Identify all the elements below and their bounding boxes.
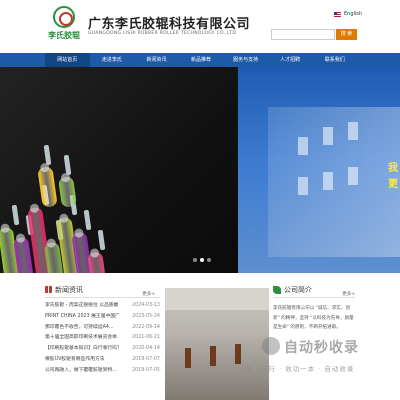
book-icon bbox=[45, 286, 52, 293]
watermark-logo-icon bbox=[262, 337, 280, 355]
photo-door bbox=[210, 346, 216, 366]
news-section: 新闻资讯 更多+ 李氏胶辊 - 周案这接接住 以品质赢... 2024-03-13… bbox=[45, 282, 160, 400]
factory-photo bbox=[165, 288, 269, 400]
news-item[interactable]: 那印覆色不收告，可持续运A4... 2022-09-14 bbox=[45, 323, 160, 334]
news-item[interactable]: 橡胶UV胶辊有哪些作用方法 2019-07-07 bbox=[45, 355, 160, 366]
photo-roof bbox=[165, 288, 269, 310]
us-flag-icon bbox=[334, 11, 341, 17]
company-logo[interactable]: 李氏胶辊 bbox=[48, 6, 80, 46]
nav-item[interactable]: 网站首页 bbox=[45, 53, 90, 67]
company-name-en: GUANGDONG LISHI RUBBER ROLLER TECHNOLOGY… bbox=[88, 31, 237, 36]
watermark-subtitle: 数上排行 · 收功一本 · 自动收录 bbox=[246, 365, 355, 373]
roller-image bbox=[87, 251, 116, 273]
banner-slide-rollers bbox=[0, 67, 238, 273]
news-item[interactable]: PRINT CHINA 2023 展王届中国广... 2023-05-24 bbox=[45, 312, 160, 323]
news-item-title[interactable]: 公司再融入，做下覆覆胶辊到特... bbox=[45, 366, 119, 377]
banner-text-1: 我 bbox=[388, 163, 398, 174]
language-label: English bbox=[344, 11, 363, 17]
slider-dot[interactable] bbox=[207, 258, 211, 262]
news-item-date: 2019-07-05 bbox=[132, 367, 160, 373]
news-item[interactable]: 【印刷胶辊基本知识】白行事行吗? 2020-04-14 bbox=[45, 344, 160, 355]
roller-shaft bbox=[11, 204, 20, 226]
slider-dot[interactable] bbox=[200, 258, 204, 262]
news-item-date: 2022-09-14 bbox=[132, 324, 160, 330]
news-item-date: 2019-07-07 bbox=[132, 356, 160, 362]
window bbox=[348, 122, 358, 140]
news-item[interactable]: 第十届全国高职印刷技术展览会举... 2021-06-21 bbox=[45, 333, 160, 344]
search-button[interactable]: 搜 索 bbox=[336, 29, 357, 40]
news-item-title[interactable]: PRINT CHINA 2023 展王届中国广... bbox=[45, 312, 119, 323]
leaf-icon bbox=[273, 285, 281, 294]
about-title[interactable]: 公司简介 bbox=[284, 285, 312, 295]
news-item-date: 2020-04-14 bbox=[132, 346, 160, 352]
nav-item[interactable]: 新品推荐 bbox=[179, 53, 224, 67]
news-item-date: 2024-03-13 bbox=[132, 303, 160, 308]
hero-banner[interactable]: 我 更 bbox=[0, 67, 400, 273]
news-more-link[interactable]: 更多+ bbox=[142, 291, 155, 297]
about-text: 李氏胶辊有限公司以 "诚信、求实、创新" 的精神，坚持 "以科技为先导，质量是生… bbox=[273, 306, 354, 330]
window bbox=[323, 127, 333, 145]
slider-dot[interactable] bbox=[193, 258, 197, 262]
roller-shaft bbox=[97, 229, 106, 251]
nav-item[interactable]: 走进李氏 bbox=[90, 53, 135, 67]
roller-image bbox=[57, 176, 78, 208]
news-item[interactable]: 李氏胶辊 - 周案这接接住 以品质赢... 2024-03-13 bbox=[45, 301, 160, 312]
logo-mark-icon bbox=[53, 6, 75, 28]
window bbox=[298, 177, 308, 195]
nav-item[interactable]: 新闻资讯 bbox=[134, 53, 179, 67]
building-wall bbox=[268, 107, 400, 257]
search-input[interactable] bbox=[271, 29, 335, 40]
news-item-date: 2023-05-24 bbox=[132, 313, 160, 319]
news-title[interactable]: 新闻资讯 bbox=[55, 285, 83, 295]
news-item-title[interactable]: 【印刷胶辊基本知识】白行事行吗? bbox=[45, 344, 119, 355]
roller-image bbox=[37, 166, 58, 208]
watermark: 自动秒收录 数上排行 · 收功一本 · 自动收录 bbox=[246, 337, 382, 377]
company-name-cn: 广东李氏胶辊科技有限公司 bbox=[88, 17, 251, 32]
photo-door bbox=[235, 344, 241, 364]
nav-item[interactable]: 人才招聘 bbox=[268, 53, 313, 67]
logo-text: 李氏胶辊 bbox=[48, 31, 80, 40]
roller-shaft bbox=[83, 209, 92, 231]
news-item-title[interactable]: 第十届全国高职印刷技术展览会举... bbox=[45, 333, 119, 344]
watermark-title: 自动秒收录 bbox=[284, 340, 359, 356]
news-item-title[interactable]: 橡胶UV胶辊有哪些作用方法 bbox=[45, 355, 119, 366]
nav-item[interactable]: 联系我们 bbox=[312, 53, 357, 67]
news-item-title[interactable]: 那印覆色不收告，可持续运A4... bbox=[45, 323, 119, 334]
news-list: 李氏胶辊 - 周案这接接住 以品质赢... 2024-03-13 PRINT CHI… bbox=[45, 301, 160, 377]
news-item-title[interactable]: 李氏胶辊 - 周案这接接住 以品质赢... bbox=[45, 301, 119, 312]
language-switch[interactable]: English bbox=[334, 11, 362, 17]
site-header: 李氏胶辊 广东李氏胶辊科技有限公司 GUANGDONG LISHI RUBBER… bbox=[0, 0, 400, 52]
photo-door bbox=[185, 348, 191, 368]
main-nav: 网站首页 走进李氏 新闻资讯 新品推荐 服务与支持 人才招聘 联系我们 bbox=[0, 53, 400, 67]
nav-item[interactable]: 服务与支持 bbox=[223, 53, 268, 67]
window bbox=[323, 172, 333, 190]
banner-slide-building: 我 更 bbox=[238, 67, 400, 273]
slider-dots bbox=[193, 258, 211, 262]
banner-text-2: 更 bbox=[388, 179, 398, 190]
news-item-date: 2021-06-21 bbox=[132, 335, 160, 341]
window bbox=[298, 137, 308, 155]
window bbox=[348, 167, 358, 185]
about-more-link[interactable]: 更多+ bbox=[342, 291, 355, 297]
news-item[interactable]: 公司再融入，做下覆覆胶辊到特... 2019-07-05 bbox=[45, 366, 160, 377]
